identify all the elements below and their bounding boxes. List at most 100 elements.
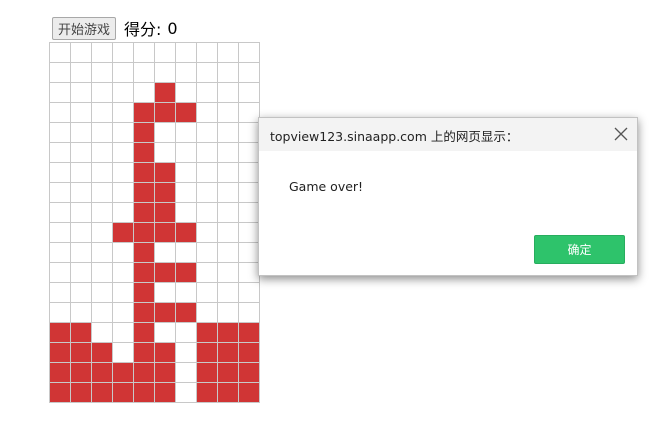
board-cell [197, 43, 218, 63]
board-cell [197, 143, 218, 163]
board-cell [197, 163, 218, 183]
board-cell-filled [71, 363, 92, 383]
board-cell [155, 323, 176, 343]
board-cell-filled [197, 343, 218, 363]
board-cell [92, 303, 113, 323]
board-cell [71, 163, 92, 183]
board-cell-filled [197, 323, 218, 343]
board-cell [218, 203, 239, 223]
board-cell [155, 283, 176, 303]
board-cell [50, 83, 71, 103]
board-cell-filled [218, 343, 239, 363]
board-cell-filled [50, 383, 71, 403]
board-cell [92, 243, 113, 263]
board-cell [71, 283, 92, 303]
board-cell-filled [218, 363, 239, 383]
board-cell [197, 263, 218, 283]
board-cell [239, 63, 260, 83]
board-cell [197, 123, 218, 143]
board-cell [92, 203, 113, 223]
board-cell [113, 43, 134, 63]
score-label: 得分: [124, 20, 162, 39]
board-cell-filled [197, 383, 218, 403]
board-cell-filled [155, 383, 176, 403]
board-cell [113, 163, 134, 183]
board-cell [113, 63, 134, 83]
board-cell [218, 223, 239, 243]
board-cell-filled [155, 343, 176, 363]
board-cell [239, 263, 260, 283]
board-cell [218, 103, 239, 123]
board-cell [176, 343, 197, 363]
close-icon[interactable] [613, 126, 629, 142]
board-cell [50, 303, 71, 323]
board-cell-filled [176, 223, 197, 243]
board-cell [113, 83, 134, 103]
board-cell-filled [134, 183, 155, 203]
board-cell-filled [134, 343, 155, 363]
board-cell [239, 103, 260, 123]
board-cell [155, 123, 176, 143]
board-cell-filled [134, 303, 155, 323]
board-cell [71, 143, 92, 163]
board-cell [176, 163, 197, 183]
board-cell-filled [71, 383, 92, 403]
board-cell-filled [134, 143, 155, 163]
board-cell [197, 63, 218, 83]
board-cell [50, 183, 71, 203]
board-cell [239, 83, 260, 103]
board-cell [176, 143, 197, 163]
board-cell [218, 63, 239, 83]
board-cell [218, 43, 239, 63]
board-cell-filled [50, 343, 71, 363]
ok-button[interactable]: 确定 [534, 235, 625, 264]
board-cell [113, 203, 134, 223]
game-toolbar: 开始游戏 得分: 0 [52, 16, 178, 40]
board-cell [71, 103, 92, 123]
board-cell [218, 263, 239, 283]
board-cell-filled [155, 223, 176, 243]
board-cell [71, 223, 92, 243]
board-cell-filled [155, 303, 176, 323]
board-cell-filled [134, 243, 155, 263]
board-cell-filled [155, 263, 176, 283]
board-cell-filled [134, 103, 155, 123]
board-cell-filled [92, 363, 113, 383]
board-cell-filled [92, 383, 113, 403]
board-cell-filled [134, 283, 155, 303]
board-cell [113, 183, 134, 203]
board-cell-filled [134, 123, 155, 143]
board-cell-filled [239, 343, 260, 363]
board-cell [92, 263, 113, 283]
board-cell [71, 183, 92, 203]
score-value: 0 [167, 18, 178, 38]
board-cell [239, 43, 260, 63]
board-cell [218, 183, 239, 203]
board-cell [113, 303, 134, 323]
board-cell-filled [239, 363, 260, 383]
board-cell-filled [134, 203, 155, 223]
board-cell-filled [218, 383, 239, 403]
board-cell [92, 323, 113, 343]
board-cell [197, 243, 218, 263]
board-cell [176, 283, 197, 303]
board-cell [92, 123, 113, 143]
board-cell-filled [155, 183, 176, 203]
start-game-button[interactable]: 开始游戏 [52, 16, 117, 40]
board-cell [50, 63, 71, 83]
board-cell [176, 123, 197, 143]
board-cell-filled [134, 223, 155, 243]
board-cell [239, 123, 260, 143]
board-cell-filled [71, 343, 92, 363]
board-cell [92, 223, 113, 243]
board-cell [197, 223, 218, 243]
board-cell-filled [92, 343, 113, 363]
board-cell [113, 243, 134, 263]
board-cell [155, 43, 176, 63]
board-cell [50, 43, 71, 63]
board-cell-filled [134, 263, 155, 283]
board-cell [92, 183, 113, 203]
board-cell [176, 83, 197, 103]
dialog-title: topview123.sinaapp.com 上的网页显示： [270, 129, 519, 144]
board-cell [218, 143, 239, 163]
